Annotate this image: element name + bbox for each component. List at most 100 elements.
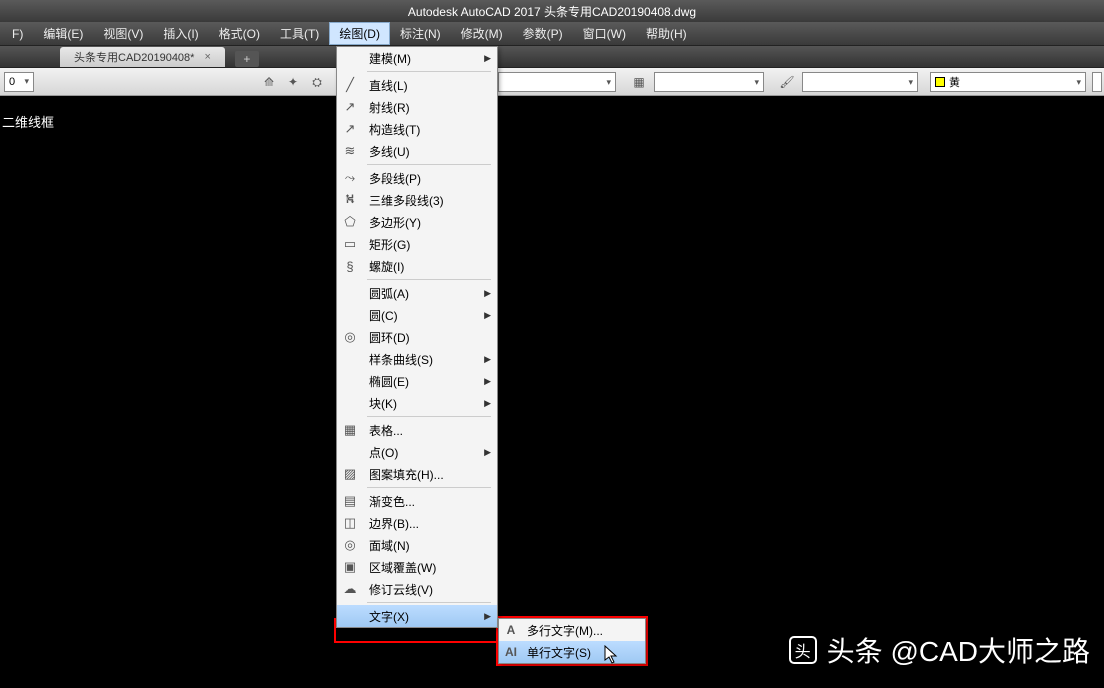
menu-item[interactable]: ≋多线(U) bbox=[337, 140, 497, 162]
menu-label: 样条曲线(S) bbox=[363, 351, 481, 368]
menu-label: 多边形(Y) bbox=[363, 214, 481, 231]
toolbar-dropdown[interactable]: ▾ bbox=[498, 72, 616, 92]
toolbar: 0 ▾ ⟰ ✦ ⛭ A ▾ ▦ ▾ 🖌 ▾ 黄 ▾ bbox=[0, 68, 1104, 96]
menu-item[interactable]: 点(O)▶ bbox=[337, 441, 497, 463]
submenu-label: 多行文字(M)... bbox=[523, 622, 603, 639]
submenu-arrow-icon: ▶ bbox=[484, 354, 491, 365]
toolbar-icon[interactable]: ⛭ bbox=[306, 71, 328, 93]
menu-item[interactable]: ↗构造线(T) bbox=[337, 118, 497, 140]
toolbar-dropdown[interactable]: ▾ bbox=[802, 72, 918, 92]
submenu-item[interactable]: A多行文字(M)... bbox=[499, 619, 645, 641]
menu-item[interactable]: ☁修订云线(V) bbox=[337, 578, 497, 600]
menu-dimension[interactable]: 标注(N) bbox=[390, 22, 451, 45]
draw-dropdown: 建模(M)▶╱直线(L)↗射线(R)↗构造线(T)≋多线(U)⤳多段线(P)⛕三… bbox=[336, 46, 498, 628]
menu-item[interactable]: 块(K)▶ bbox=[337, 392, 497, 414]
toolbar-dropdown-edge[interactable] bbox=[1092, 72, 1102, 92]
menu-icon: ◫ bbox=[337, 515, 363, 531]
menu-icon: ☁ bbox=[337, 581, 363, 597]
menu-tools[interactable]: 工具(T) bbox=[270, 22, 329, 45]
menu-label: 面域(N) bbox=[363, 537, 481, 554]
menu-label: 表格... bbox=[363, 422, 481, 439]
watermark: 头 头条 @CAD大师之路 bbox=[789, 630, 1090, 670]
chevron-down-icon: ▾ bbox=[754, 77, 759, 88]
menu-item[interactable]: ▭矩形(G) bbox=[337, 233, 497, 255]
submenu-arrow-icon: ▶ bbox=[484, 53, 491, 64]
menu-icon: § bbox=[337, 259, 363, 274]
title-bar: Autodesk AutoCAD 2017 头条专用CAD20190408.dw… bbox=[0, 0, 1104, 22]
window-title: Autodesk AutoCAD 2017 头条专用CAD20190408.dw… bbox=[408, 3, 696, 20]
menu-icon: ⬠ bbox=[337, 214, 363, 230]
menu-item[interactable]: 圆弧(A)▶ bbox=[337, 282, 497, 304]
menu-icon: ▣ bbox=[337, 559, 363, 575]
menu-label: 椭圆(E) bbox=[363, 373, 481, 390]
menu-label: 点(O) bbox=[363, 444, 481, 461]
menu-item[interactable]: ▣区域覆盖(W) bbox=[337, 556, 497, 578]
chevron-down-icon: ▾ bbox=[24, 76, 29, 87]
menu-label: 建模(M) bbox=[363, 50, 481, 67]
mouse-cursor bbox=[604, 645, 620, 665]
chevron-down-icon: ▾ bbox=[606, 77, 611, 88]
submenu-arrow-icon: ▶ bbox=[484, 288, 491, 299]
toolbar-dropdown[interactable]: ▾ bbox=[654, 72, 764, 92]
menu-item[interactable]: ⛕三维多段线(3) bbox=[337, 189, 497, 211]
close-icon[interactable]: × bbox=[204, 51, 210, 63]
menu-item[interactable]: 样条曲线(S)▶ bbox=[337, 348, 497, 370]
chevron-down-icon: ▾ bbox=[908, 77, 913, 88]
submenu-arrow-icon: ▶ bbox=[484, 310, 491, 321]
brush-icon[interactable]: 🖌 bbox=[776, 71, 798, 93]
chevron-down-icon: ▾ bbox=[1076, 77, 1081, 88]
menu-modify[interactable]: 修改(M) bbox=[451, 22, 513, 45]
menu-item[interactable]: ⬠多边形(Y) bbox=[337, 211, 497, 233]
menu-label: 多线(U) bbox=[363, 143, 481, 160]
menu-format[interactable]: 格式(O) bbox=[209, 22, 270, 45]
menu-item[interactable]: 椭圆(E)▶ bbox=[337, 370, 497, 392]
menu-label: 渐变色... bbox=[363, 493, 481, 510]
menu-item[interactable]: ↗射线(R) bbox=[337, 96, 497, 118]
toolbar-icon[interactable]: ✦ bbox=[282, 71, 304, 93]
menu-label: 构造线(T) bbox=[363, 121, 481, 138]
menu-icon: ≋ bbox=[337, 143, 363, 159]
menu-item[interactable]: ╱直线(L) bbox=[337, 74, 497, 96]
menu-icon: ▦ bbox=[337, 422, 363, 438]
file-tab[interactable]: 头条专用CAD20190408* × bbox=[60, 47, 225, 67]
menu-icon: ◎ bbox=[337, 537, 363, 553]
menu-item[interactable]: ◎圆环(D) bbox=[337, 326, 497, 348]
menu-item[interactable]: 建模(M)▶ bbox=[337, 47, 497, 69]
menu-label: 圆(C) bbox=[363, 307, 481, 324]
color-dropdown[interactable]: 黄 ▾ bbox=[930, 72, 1086, 92]
menu-help[interactable]: 帮助(H) bbox=[636, 22, 697, 45]
submenu-item[interactable]: AI单行文字(S) bbox=[499, 641, 645, 663]
menu-item[interactable]: 圆(C)▶ bbox=[337, 304, 497, 326]
menu-draw[interactable]: 绘图(D) bbox=[329, 22, 390, 45]
menu-label: 射线(R) bbox=[363, 99, 481, 116]
menu-icon: ⛕ bbox=[337, 191, 363, 209]
tab-bar: 头条专用CAD20190408* × + bbox=[0, 46, 1104, 68]
menu-label: 矩形(G) bbox=[363, 236, 481, 253]
menu-label: 直线(L) bbox=[363, 77, 481, 94]
menu-window[interactable]: 窗口(W) bbox=[573, 22, 636, 45]
menu-icon: ⤳ bbox=[337, 170, 363, 186]
menu-icon: ╱ bbox=[337, 77, 363, 93]
menu-file[interactable]: F) bbox=[2, 24, 33, 44]
menu-item[interactable]: ⤳多段线(P) bbox=[337, 167, 497, 189]
menu-item[interactable]: ▦表格... bbox=[337, 419, 497, 441]
menu-view[interactable]: 视图(V) bbox=[93, 22, 153, 45]
menu-item[interactable]: §螺旋(I) bbox=[337, 255, 497, 277]
menu-item[interactable]: ◫边界(B)... bbox=[337, 512, 497, 534]
menu-icon: ↗ bbox=[337, 121, 363, 137]
menu-icon: ↗ bbox=[337, 99, 363, 115]
new-tab-button[interactable]: + bbox=[235, 51, 259, 67]
menu-item[interactable]: ◎面域(N) bbox=[337, 534, 497, 556]
menu-item[interactable]: ▤渐变色... bbox=[337, 490, 497, 512]
menu-insert[interactable]: 插入(I) bbox=[153, 22, 208, 45]
layer-dropdown-small[interactable]: 0 ▾ bbox=[4, 72, 34, 92]
drawing-canvas[interactable] bbox=[0, 96, 1104, 688]
view-mode-label: 二维线框 bbox=[2, 112, 54, 131]
toolbar-icon[interactable]: ⟰ bbox=[258, 71, 280, 93]
menu-parametric[interactable]: 参数(P) bbox=[513, 22, 573, 45]
menu-item[interactable]: ▨图案填充(H)... bbox=[337, 463, 497, 485]
menu-label: 区域覆盖(W) bbox=[363, 559, 481, 576]
toolbar-icon[interactable]: ▦ bbox=[628, 71, 650, 93]
menu-edit[interactable]: 编辑(E) bbox=[33, 22, 93, 45]
menu-item[interactable]: 文字(X)▶ bbox=[337, 605, 497, 627]
